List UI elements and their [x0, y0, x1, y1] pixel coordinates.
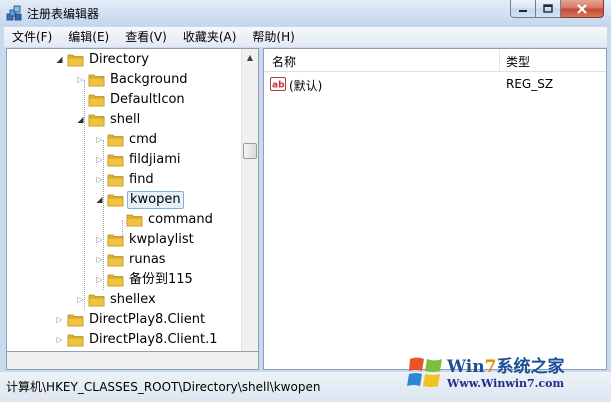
key-tree-pane[interactable]: ◢ Directory ▷ Background DefaultIcon ◢ shell ▷ c… — [6, 48, 259, 352]
column-header-type[interactable]: 类型 — [506, 53, 530, 70]
folder-icon — [107, 234, 124, 247]
tree-node[interactable]: ▷ fildjiami — [7, 150, 243, 170]
folder-icon — [88, 114, 105, 127]
tree-horizontal-scrollbar[interactable] — [6, 352, 259, 370]
menu-bar: 文件(F) 编辑(E) 查看(V) 收藏夹(A) 帮助(H) — [4, 27, 607, 47]
tree-node[interactable]: ◢ shell — [7, 110, 243, 130]
tree-node-label[interactable]: fildjiami — [127, 152, 183, 168]
tree-node-label[interactable]: shell — [108, 112, 142, 128]
tree-node[interactable]: command — [7, 210, 243, 230]
tree-node-label[interactable]: command — [146, 212, 215, 228]
menu-view[interactable]: 查看(V) — [117, 27, 175, 47]
folder-icon — [126, 214, 143, 227]
tree-node-label[interactable]: Background — [108, 72, 190, 88]
expand-arrow-icon[interactable]: ▷ — [55, 315, 64, 324]
svg-text:ab: ab — [272, 81, 285, 91]
watermark-title: Win7系统之家 — [447, 357, 565, 377]
tree-node[interactable]: ▷ DirectPlay8.Client.1 — [7, 330, 243, 350]
folder-icon — [107, 274, 124, 287]
value-name: (默认) — [289, 79, 323, 93]
value-row[interactable]: ab (默认) REG_SZ — [264, 75, 606, 95]
expand-arrow-icon[interactable]: ▷ — [95, 255, 104, 264]
windows-flag-icon — [407, 357, 442, 387]
tree-node-label[interactable]: cmd — [127, 132, 159, 148]
collapse-arrow-icon[interactable]: ◢ — [76, 115, 85, 124]
title-bar[interactable]: 注册表编辑器 — [0, 0, 611, 26]
minimize-icon — [519, 9, 527, 12]
ab-string-icon: ab — [270, 77, 286, 91]
tree-node[interactable]: ▷ cmd — [7, 130, 243, 150]
tree-node[interactable]: ◢ Directory — [7, 50, 243, 70]
watermark-url: Www.Winwin7.com — [447, 377, 565, 390]
expand-arrow-icon[interactable]: ▷ — [95, 175, 104, 184]
menu-favorites[interactable]: 收藏夹(A) — [175, 27, 245, 47]
folder-icon — [88, 94, 105, 107]
collapse-arrow-icon[interactable]: ◢ — [95, 195, 104, 204]
minimize-button[interactable] — [510, 0, 536, 18]
tree-node[interactable]: ▷ 备份到115 — [7, 270, 243, 290]
tree-node-label[interactable]: find — [127, 172, 156, 188]
column-divider[interactable] — [499, 49, 500, 71]
expand-arrow-icon[interactable]: ▷ — [76, 295, 85, 304]
registry-editor-window: 注册表编辑器 文件(F) 编辑(E) 查看(V) 收藏夹(A) 帮助(H) ◢ D… — [0, 0, 611, 402]
tree-node[interactable]: ▷ shellex — [7, 290, 243, 310]
expand-arrow-icon[interactable]: ▷ — [95, 135, 104, 144]
expand-arrow-icon[interactable]: ▷ — [95, 275, 104, 284]
close-button[interactable] — [561, 0, 604, 18]
folder-icon — [88, 74, 105, 87]
status-path: 计算机\HKEY_CLASSES_ROOT\Directory\shell\kw… — [6, 380, 321, 394]
value-type: REG_SZ — [506, 77, 554, 91]
maximize-button[interactable] — [536, 0, 561, 18]
window-controls — [510, 0, 604, 19]
tree-node-label[interactable]: kwplaylist — [127, 232, 196, 248]
tree-node[interactable]: ▷ runas — [7, 250, 243, 270]
folder-icon — [67, 54, 84, 67]
tree-node-label[interactable]: DirectPlay8.Client — [87, 312, 207, 328]
folder-icon — [107, 194, 124, 207]
tree-node-label[interactable]: Directory — [87, 52, 151, 68]
values-pane[interactable]: 名称 类型 ab (默认) REG_SZ — [263, 48, 607, 370]
folder-icon — [107, 254, 124, 267]
column-header-name[interactable]: 名称 — [272, 53, 296, 70]
site-watermark-logo: Win7系统之家 Www.Winwin7.com — [405, 349, 605, 401]
tree-node[interactable]: ▷ Background — [7, 70, 243, 90]
tree-node-label[interactable]: DirectPlay8.Client.1 — [87, 332, 219, 348]
tree-node[interactable]: DefaultIcon — [7, 90, 243, 110]
tree-node[interactable]: ▷ find — [7, 170, 243, 190]
tree-node-label[interactable]: runas — [127, 252, 168, 268]
menu-help[interactable]: 帮助(H) — [244, 27, 302, 47]
tree-node-label[interactable]: 备份到115 — [127, 272, 195, 288]
folder-icon — [88, 294, 105, 307]
expand-arrow-icon[interactable]: ▷ — [76, 75, 85, 84]
scroll-thumb[interactable] — [243, 143, 257, 159]
menu-file[interactable]: 文件(F) — [4, 27, 60, 47]
expand-arrow-icon[interactable]: ▷ — [95, 155, 104, 164]
expand-arrow-icon[interactable]: ▷ — [95, 235, 104, 244]
expand-arrow-icon[interactable]: ▷ — [55, 335, 64, 344]
folder-icon — [67, 334, 84, 347]
collapse-arrow-icon[interactable]: ◢ — [55, 55, 64, 64]
tree-node[interactable]: ▷ kwplaylist — [7, 230, 243, 250]
close-icon — [577, 3, 587, 14]
folder-icon — [107, 134, 124, 147]
tree-node-label[interactable]: shellex — [108, 292, 158, 308]
scroll-up-icon[interactable]: ▲ — [242, 49, 258, 66]
window-title: 注册表编辑器 — [27, 7, 100, 21]
tree-node[interactable]: ▷ DirectPlay8.Client — [7, 310, 243, 330]
tree-node[interactable]: ◢ kwopen — [7, 190, 243, 210]
maximize-icon — [543, 4, 553, 13]
menu-edit[interactable]: 编辑(E) — [60, 27, 117, 47]
folder-icon — [107, 174, 124, 187]
tree-node-label[interactable]: DefaultIcon — [108, 92, 187, 108]
folder-icon — [67, 314, 84, 327]
values-list-header: 名称 类型 — [264, 49, 606, 72]
folder-icon — [107, 154, 124, 167]
tree-node-label[interactable]: kwopen — [127, 191, 184, 209]
regedit-app-icon — [6, 5, 22, 21]
tree-vertical-scrollbar[interactable]: ▲ — [241, 49, 258, 351]
